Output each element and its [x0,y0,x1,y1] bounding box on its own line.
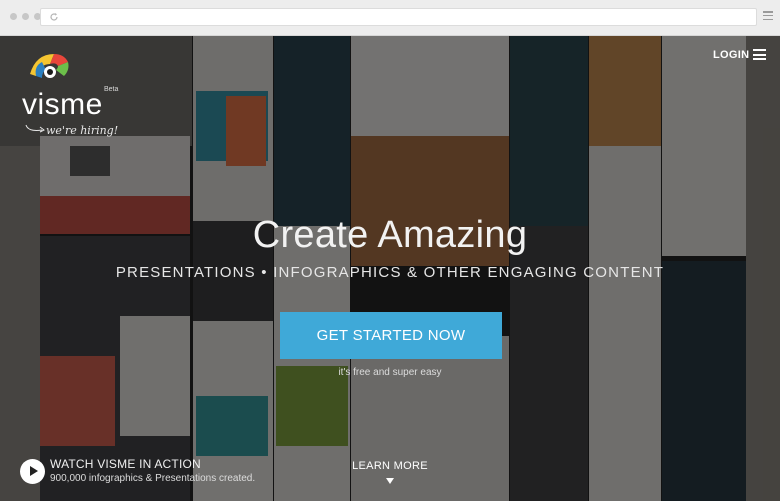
hiring-link[interactable]: we're hiring! [46,124,118,137]
hero-subtitle: PRESENTATIONS • INFOGRAPHICS & OTHER ENG… [115,264,665,281]
page-viewport: visme Beta we're hiring! LOGIN Create Am… [0,36,780,501]
visme-logo[interactable]: visme Beta we're hiring! [22,48,122,137]
beta-label: Beta [104,86,119,93]
hamburger-icon[interactable] [753,49,766,60]
window-controls [10,13,41,20]
address-bar[interactable] [40,8,757,26]
logo-mark-icon [30,54,69,78]
chevron-down-icon[interactable] [386,478,394,484]
watch-video-link[interactable]: WATCH VISME IN ACTION 900,000 infographi… [20,457,255,485]
watch-stats: 900,000 infographics & Presentations cre… [50,473,256,484]
get-started-button[interactable]: GET STARTED NOW [280,312,502,359]
close-window-dot[interactable] [10,13,17,20]
browser-chrome [0,0,780,36]
hero-title: Create Amazing [252,214,528,256]
logo-wordmark: visme [22,88,103,121]
cta-note: it's free and super easy [338,367,442,378]
hiring-arrow-icon [25,124,45,133]
browser-menu-icon[interactable] [763,11,773,20]
watch-text: WATCH VISME IN ACTION 900,000 infographi… [50,457,255,485]
watch-title[interactable]: WATCH VISME IN ACTION [50,457,255,472]
play-icon[interactable] [20,458,45,484]
reload-icon[interactable] [49,12,59,22]
learn-more-link[interactable]: LEARN MORE [340,460,440,472]
login-link[interactable]: LOGIN [713,49,749,61]
minimize-window-dot[interactable] [22,13,29,20]
